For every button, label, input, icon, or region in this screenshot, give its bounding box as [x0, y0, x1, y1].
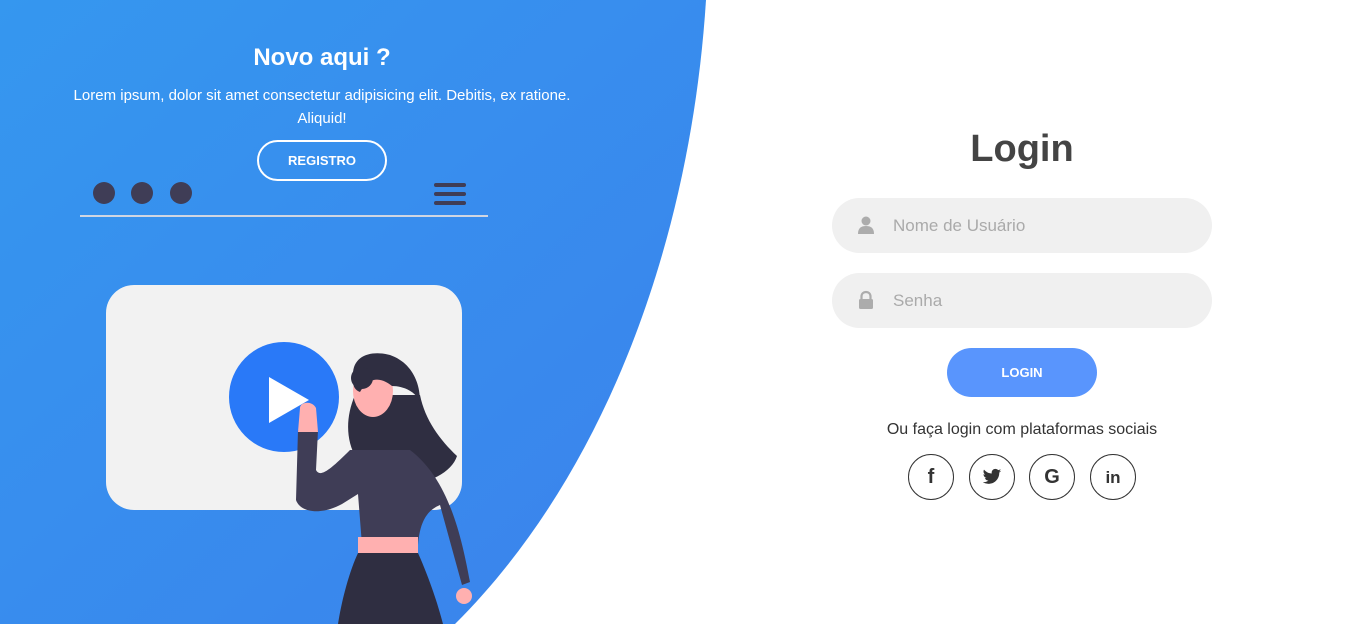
twitter-icon: [982, 468, 1002, 484]
login-title: Login: [970, 128, 1074, 170]
username-input[interactable]: [893, 198, 1193, 253]
login-button[interactable]: LOGIN: [947, 348, 1097, 397]
password-input[interactable]: [893, 273, 1193, 328]
video-illustration: [80, 182, 488, 624]
social-login-text: Ou faça login com plataformas sociais: [886, 421, 1158, 438]
window-dot-icon: [170, 182, 192, 204]
google-icon: G: [1044, 466, 1060, 488]
username-field: [832, 198, 1212, 253]
lock-icon: [859, 290, 873, 309]
window-dot-icon: [93, 182, 115, 204]
twitter-button[interactable]: [969, 454, 1015, 500]
linkedin-icon: in: [1105, 467, 1121, 487]
window-dot-icon: [131, 182, 153, 204]
facebook-icon: f: [927, 466, 935, 488]
login-form: Login LOGIN Ou faça login com plataforma…: [800, 0, 1244, 624]
password-field: [832, 273, 1212, 328]
facebook-button[interactable]: f: [908, 454, 954, 500]
google-button[interactable]: G: [1029, 454, 1075, 500]
hamburger-menu-icon: [434, 183, 466, 205]
linkedin-button[interactable]: in: [1090, 454, 1136, 500]
user-icon: [858, 216, 874, 234]
